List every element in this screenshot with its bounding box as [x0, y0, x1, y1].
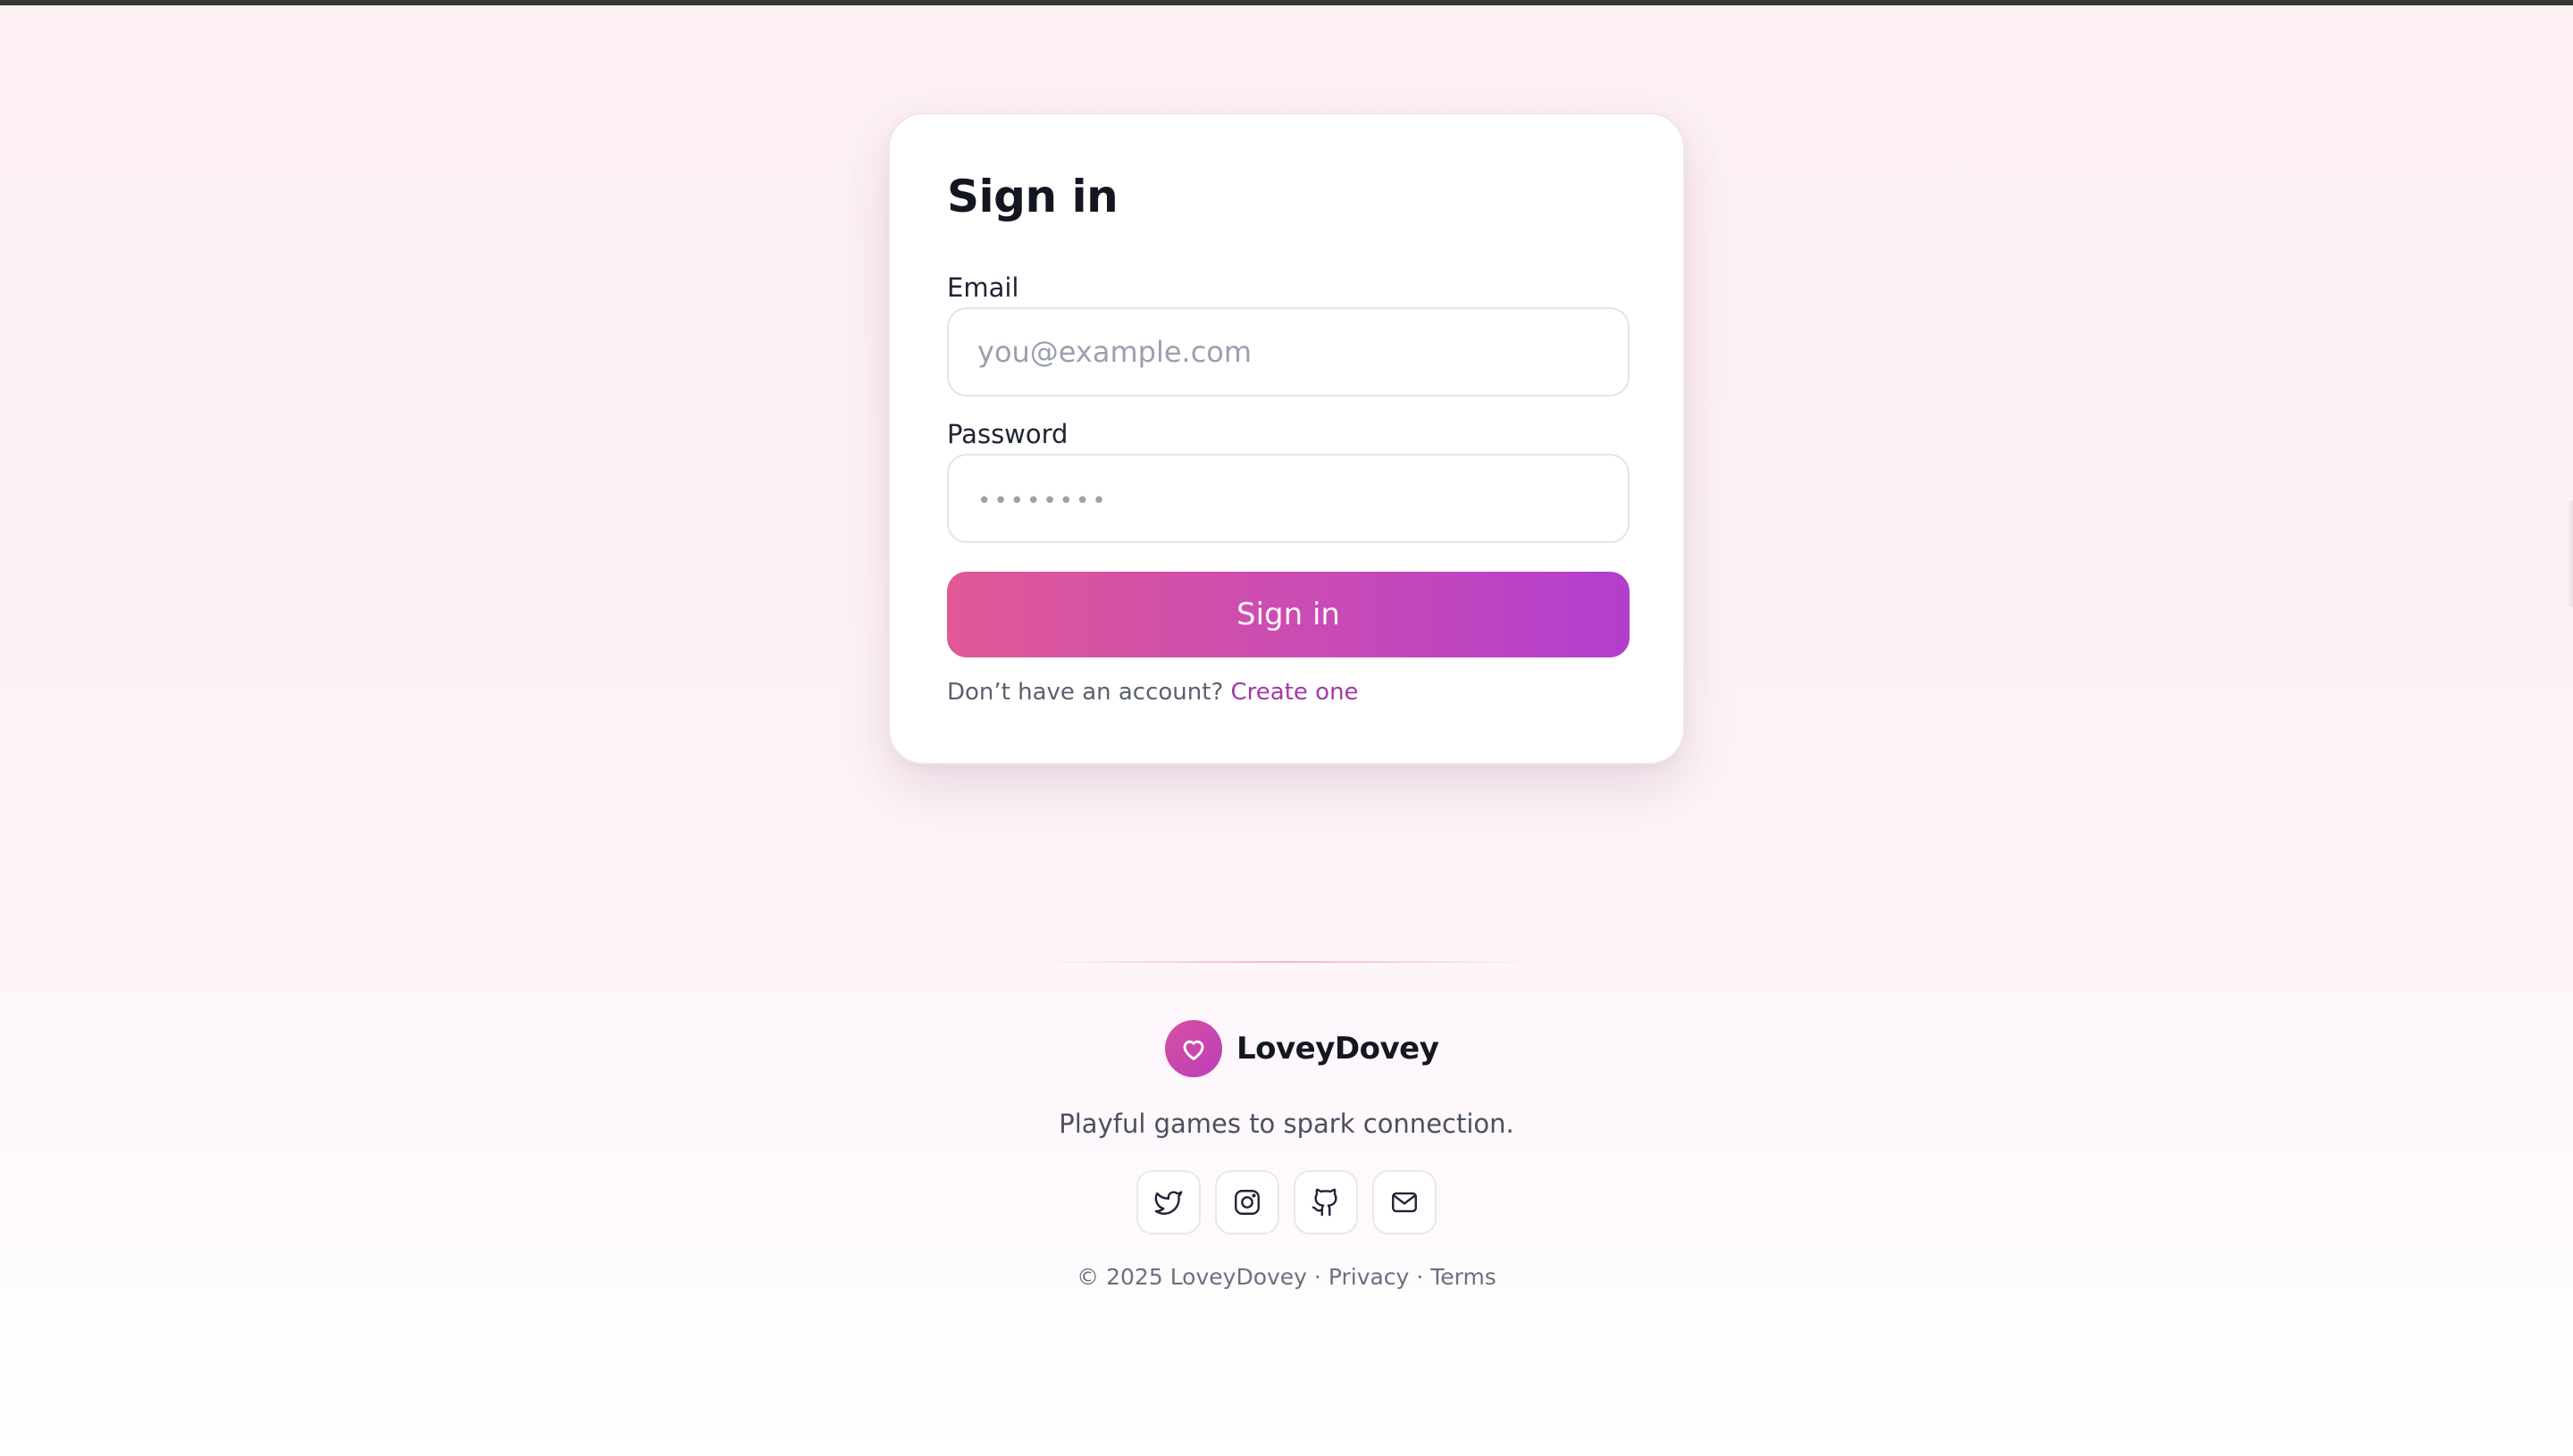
footer-divider: [1036, 961, 1537, 963]
signup-prompt-text: Don’t have an account?: [947, 679, 1224, 706]
email-label: Email: [947, 272, 1019, 303]
heart-logo-icon: [1165, 1020, 1222, 1077]
footer-legal: © 2025 LoveyDovey · Privacy · Terms: [0, 1261, 2573, 1293]
signup-prompt: Don’t have an account? Create one: [947, 677, 1359, 707]
footer-brand[interactable]: LoveyDovey: [1165, 1020, 1439, 1077]
footer-tagline: Playful games to spark connection.: [1059, 1109, 1514, 1139]
separator: ·: [1313, 1264, 1321, 1290]
email-link[interactable]: [1372, 1170, 1437, 1234]
twitter-icon: [1154, 1191, 1183, 1215]
github-link[interactable]: [1294, 1170, 1358, 1234]
mail-icon: [1392, 1192, 1417, 1213]
instagram-icon: [1235, 1190, 1260, 1215]
side-drawer-handle[interactable]: [2568, 500, 2573, 607]
terms-link[interactable]: Terms: [1430, 1264, 1496, 1290]
privacy-link[interactable]: Privacy: [1328, 1264, 1410, 1290]
copyright-text: © 2025 LoveyDovey: [1077, 1264, 1307, 1290]
password-field[interactable]: [947, 454, 1630, 543]
create-account-link[interactable]: Create one: [1231, 679, 1359, 706]
signin-card: Sign in Email Password Sign in Don’t hav…: [888, 113, 1685, 765]
email-field[interactable]: [947, 307, 1630, 397]
brand-name: LoveyDovey: [1236, 1031, 1439, 1067]
social-links: [1136, 1170, 1437, 1234]
twitter-link[interactable]: [1136, 1170, 1201, 1234]
top-border: [0, 0, 2573, 5]
github-icon: [1312, 1188, 1337, 1217]
separator: ·: [1416, 1264, 1424, 1290]
instagram-link[interactable]: [1215, 1170, 1279, 1234]
password-label: Password: [947, 419, 1069, 449]
sign-in-button[interactable]: Sign in: [947, 572, 1630, 657]
page-title: Sign in: [947, 171, 1119, 222]
